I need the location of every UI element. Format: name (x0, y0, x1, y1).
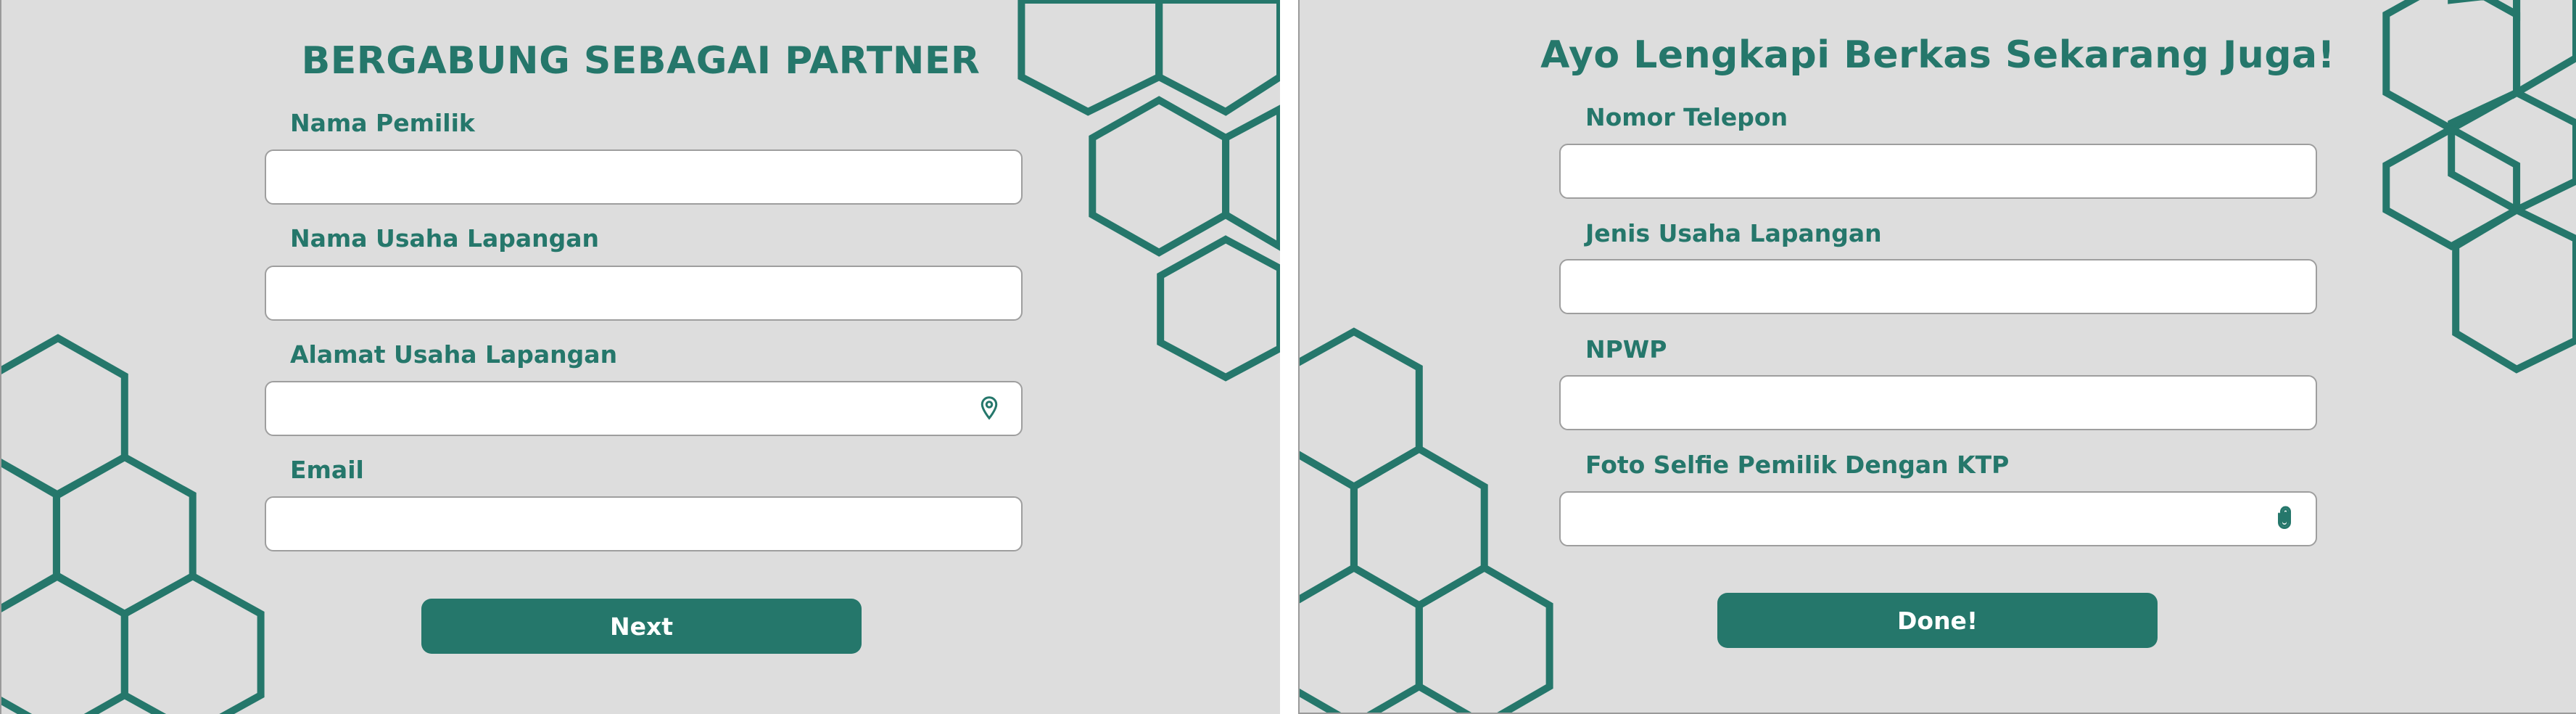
done-button[interactable]: Done! (1717, 593, 2158, 648)
owner-name-label: Nama Pemilik (290, 109, 475, 137)
paperclip-icon[interactable] (2271, 505, 2298, 531)
business-address-input[interactable] (265, 381, 1023, 436)
complete-documents-panel: Ayo Lengkapi Berkas Sekarang Juga! Nomor… (1298, 0, 2576, 714)
email-input[interactable] (265, 496, 1023, 551)
owner-name-input[interactable] (265, 149, 1023, 205)
business-type-label: Jenis Usaha Lapangan (1585, 219, 1882, 247)
location-pin-icon[interactable] (976, 395, 1002, 421)
npwp-input[interactable] (1559, 375, 2317, 430)
npwp-label: NPWP (1585, 335, 1667, 364)
business-type-input[interactable] (1559, 259, 2317, 314)
page-title: Ayo Lengkapi Berkas Sekarang Juga! (1540, 33, 2335, 77)
page-title: BERGABUNG SEBAGAI PARTNER (301, 39, 981, 83)
selfie-ktp-upload-input[interactable] (1559, 491, 2317, 546)
phone-number-label: Nomor Telepon (1585, 103, 1788, 131)
next-button[interactable]: Next (421, 599, 862, 654)
business-address-label: Alamat Usaha Lapangan (290, 340, 618, 369)
email-label: Email (290, 456, 364, 484)
partner-registration-panel: BERGABUNG SEBAGAI PARTNER Nama Pemilik N… (0, 0, 1280, 714)
phone-number-input[interactable] (1559, 144, 2317, 199)
business-name-label: Nama Usaha Lapangan (290, 224, 600, 253)
business-name-input[interactable] (265, 266, 1023, 321)
selfie-ktp-label: Foto Selfie Pemilik Dengan KTP (1585, 451, 2010, 479)
